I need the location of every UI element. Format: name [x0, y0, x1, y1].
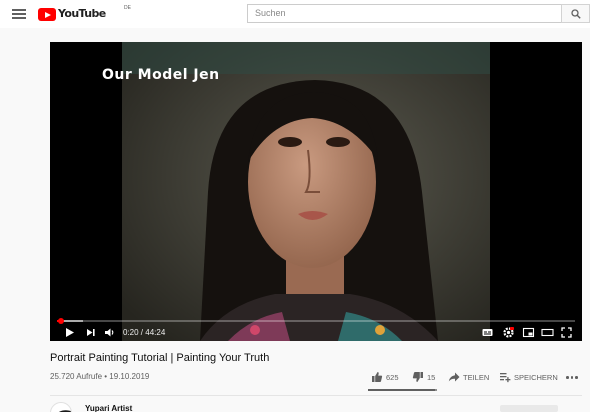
channel-avatar-image — [58, 410, 71, 412]
time-display: 0:20 / 44:24 — [123, 328, 165, 337]
next-icon — [87, 329, 95, 336]
thumbs-up-icon — [372, 372, 383, 382]
progress-bar[interactable] — [57, 318, 575, 324]
more-options-icon[interactable] — [564, 371, 580, 383]
upload-date: 19.10.2019 — [109, 372, 150, 381]
theater-mode-button[interactable] — [541, 326, 554, 339]
theater-mode-icon — [541, 328, 554, 337]
search-input[interactable]: Suchen — [247, 4, 562, 23]
subtitles-icon — [482, 329, 493, 336]
play-button[interactable] — [63, 326, 76, 339]
dislike-count: 15 — [427, 373, 436, 382]
logo-country-code: DE — [124, 5, 131, 11]
channel-avatar[interactable] — [50, 402, 72, 412]
view-count: 25.720 Aufrufe — [50, 372, 103, 381]
like-count: 625 — [386, 373, 399, 382]
hamburger-menu-icon[interactable] — [10, 6, 28, 22]
info-divider — [50, 395, 582, 396]
next-button[interactable] — [84, 326, 97, 339]
video-overlay-text: Our Model Jen — [102, 67, 220, 83]
video-player[interactable]: Our Model Jen 0:20 / 44:24 — [50, 42, 582, 341]
expand-button[interactable] — [567, 405, 577, 412]
subtitles-button[interactable] — [481, 326, 494, 339]
search-button[interactable] — [561, 4, 590, 23]
sentiment-bar — [368, 389, 437, 391]
share-arrow-icon — [448, 372, 460, 382]
duration: 44:24 — [145, 328, 166, 337]
play-icon — [66, 328, 74, 337]
save-label: SPEICHERN — [514, 373, 558, 382]
settings-button[interactable] — [502, 326, 515, 339]
thumbs-down-icon — [412, 372, 423, 382]
miniplayer-icon — [522, 327, 535, 338]
volume-icon — [105, 328, 114, 337]
settings-icon — [503, 327, 514, 338]
view-count-and-date: 25.720 Aufrufe • 19.10.2019 — [50, 372, 149, 381]
youtube-play-logo-icon — [38, 8, 56, 21]
channel-name[interactable]: Yupari Artist — [85, 404, 132, 412]
video-frame[interactable] — [50, 42, 582, 341]
current-time: 0:20 — [123, 328, 139, 337]
subscribe-button[interactable] — [500, 405, 558, 412]
miniplayer-button[interactable] — [522, 326, 535, 339]
sentiment-bar-likes — [368, 389, 436, 391]
player-controls: 0:20 / 44:24 — [50, 324, 582, 341]
search-icon — [571, 9, 581, 19]
mute-button[interactable] — [103, 326, 116, 339]
masthead: YouTube DE Suchen — [0, 0, 590, 28]
fullscreen-button[interactable] — [560, 326, 573, 339]
video-title: Portrait Painting Tutorial | Painting Yo… — [50, 352, 270, 364]
logo-wordmark: YouTube — [58, 7, 106, 20]
add-to-playlist-icon — [500, 373, 511, 383]
share-label: TEILEN — [463, 373, 490, 382]
fullscreen-icon — [561, 327, 572, 338]
